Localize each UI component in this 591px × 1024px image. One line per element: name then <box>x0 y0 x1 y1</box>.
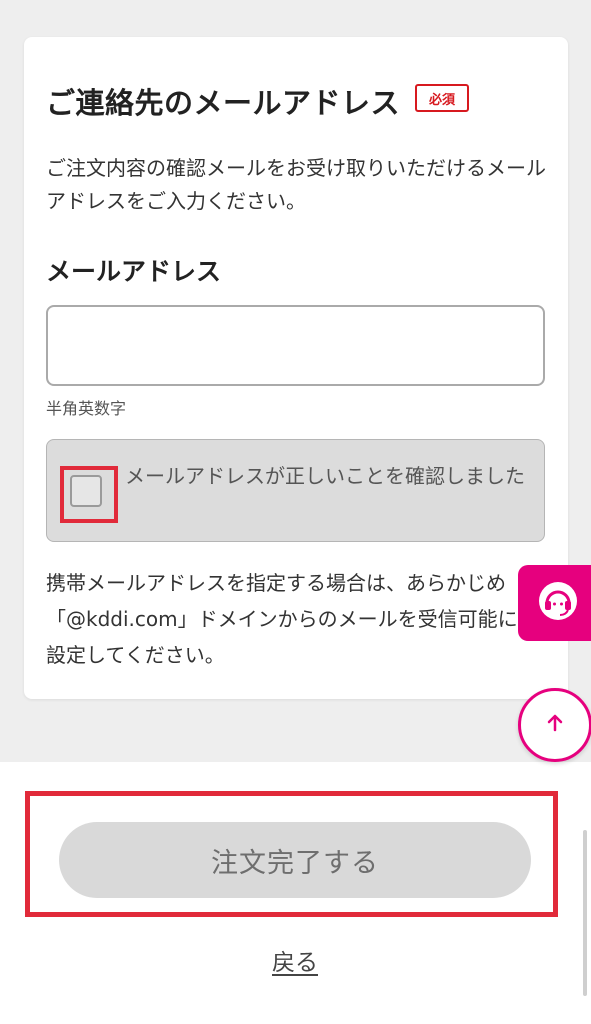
order-complete-button[interactable]: 注文完了する <box>59 822 531 898</box>
note-line-1: 携帯メールアドレスを指定する場合は、あらかじめ <box>46 571 506 595</box>
note-line-2: 「@kddi.com」ドメインからのメールを受信可能に <box>46 607 518 631</box>
note-line-3: 設定してください。 <box>46 643 225 667</box>
support-chat-button[interactable] <box>518 565 591 641</box>
email-input[interactable] <box>46 305 545 386</box>
section-title: ご連絡先のメールアドレス <box>46 86 401 120</box>
email-confirm-box[interactable] <box>46 439 545 542</box>
required-badge: 必須 <box>415 84 469 112</box>
email-confirm-label[interactable]: メールアドレスが正しいことを確認しました <box>125 462 525 490</box>
email-field-label: メールアドレス <box>46 257 222 286</box>
email-confirm-checkbox[interactable] <box>70 475 102 507</box>
mobile-email-note: 携帯メールアドレスを指定する場合は、あらかじめ 「@kddi.com」ドメインか… <box>46 565 522 675</box>
scrollbar[interactable] <box>583 830 587 996</box>
email-hint: 半角英数字 <box>46 399 127 418</box>
scroll-to-top-button[interactable] <box>518 688 591 762</box>
arrow-up-icon <box>544 712 566 738</box>
section-description: ご注文内容の確認メールをお受け取りいただけるメールアドレスをご入力ください。 <box>46 156 546 213</box>
headset-icon <box>536 579 580 627</box>
back-link[interactable]: 戻る <box>272 943 318 977</box>
